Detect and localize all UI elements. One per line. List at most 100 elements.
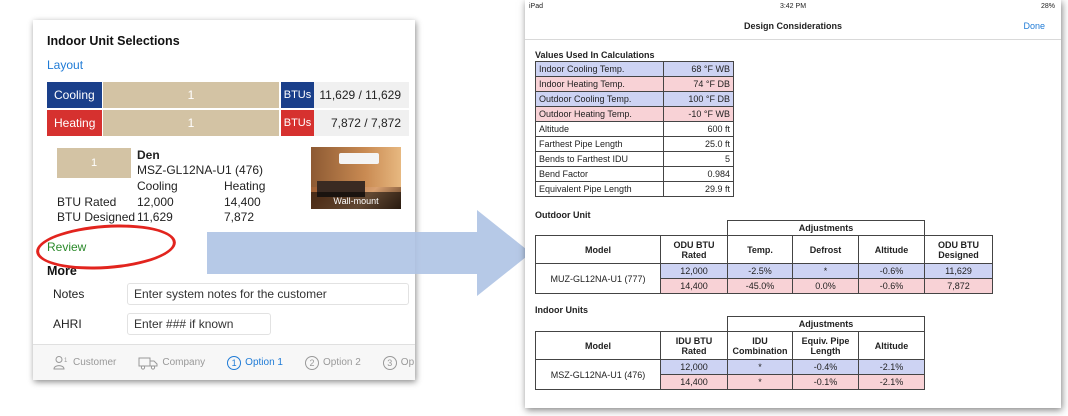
values-row: Outdoor Cooling Temp. 100 °F DB bbox=[535, 91, 734, 107]
outdoor-temp-cooling: -2.5% bbox=[727, 263, 793, 279]
status-battery: 28% bbox=[1040, 3, 1055, 10]
notes-label: Notes bbox=[53, 287, 85, 301]
outdoor-altitude-heating: -0.6% bbox=[858, 278, 925, 294]
btu-rated-label: BTU Rated bbox=[57, 195, 117, 209]
values-row-value: 29.9 ft bbox=[663, 181, 734, 197]
indoor-combination-cooling: * bbox=[727, 359, 793, 375]
tab-option-2[interactable]: 2 Option 2 bbox=[304, 355, 361, 370]
values-row: Equivalent Pipe Length 29.9 ft bbox=[535, 181, 734, 197]
unit-model: MSZ-GL12NA-U1 (476) bbox=[137, 163, 264, 177]
status-bar: iPad 3:42 PM 28% bbox=[525, 0, 1061, 14]
indoor-adjustments-header: Adjustments bbox=[727, 316, 925, 332]
done-button[interactable]: Done bbox=[1023, 21, 1045, 31]
tab-customer-label: Customer bbox=[73, 357, 117, 368]
outdoor-spacer-2 bbox=[660, 220, 728, 236]
values-row-value: 5 bbox=[663, 151, 734, 167]
wall-mount-photo[interactable]: Wall-mount bbox=[311, 147, 401, 209]
values-row-value: 600 ft bbox=[663, 121, 734, 137]
unit-swatch[interactable]: 1 bbox=[57, 148, 131, 178]
outdoor-table: Adjustments Model ODU BTU Rated Temp. De… bbox=[535, 220, 993, 294]
option-2-icon: 2 bbox=[304, 355, 319, 370]
outdoor-rated-heating: 14,400 bbox=[660, 278, 728, 294]
outdoor-rated-cooling: 12,000 bbox=[660, 263, 728, 279]
btu-designed-label: BTU Designed bbox=[57, 210, 136, 224]
tab-option-1[interactable]: 1 Option 1 bbox=[227, 355, 283, 370]
outdoor-adjustments-header: Adjustments bbox=[727, 220, 925, 236]
indoor-altitude-header: Altitude bbox=[858, 331, 925, 360]
indoor-unit-selections-panel: Indoor Unit Selections Layout Cooling 1 … bbox=[33, 20, 415, 380]
col-heating: Heating bbox=[224, 179, 266, 193]
tab-company-label: Company bbox=[162, 357, 206, 368]
option-1-number: 1 bbox=[227, 355, 242, 370]
cooling-value: 11,629 / 11,629 bbox=[314, 82, 409, 108]
values-row-label: Indoor Cooling Temp. bbox=[535, 61, 664, 77]
values-row: Farthest Pipe Length 25.0 ft bbox=[535, 136, 734, 152]
indoor-pipe-heating: -0.1% bbox=[792, 374, 859, 390]
indoor-combination-header: IDU Combination bbox=[727, 331, 793, 360]
tab-option-3[interactable]: 3 Op bbox=[382, 355, 415, 370]
values-heading: Values Used In Calculations bbox=[535, 50, 655, 60]
outdoor-heading: Outdoor Unit bbox=[535, 210, 591, 220]
outdoor-altitude-header: Altitude bbox=[858, 235, 925, 264]
indoor-model-header: Model bbox=[535, 331, 661, 360]
values-row-label: Farthest Pipe Length bbox=[535, 136, 664, 152]
indoor-altitude-heating: -2.1% bbox=[858, 374, 925, 390]
photo-caption: Wall-mount bbox=[311, 192, 401, 209]
values-row-value: 74 °F DB bbox=[663, 76, 734, 92]
values-row-label: Equivalent Pipe Length bbox=[535, 181, 664, 197]
indoor-rated-heating: 14,400 bbox=[660, 374, 728, 390]
tab-company[interactable]: Company bbox=[138, 356, 205, 370]
person-icon: 1 bbox=[53, 355, 69, 371]
indoor-row-cooling: MSZ-GL12NA-U1 (476) 12,000 * -0.4% -2.1% bbox=[535, 359, 925, 390]
values-row: Outdoor Heating Temp. -10 °F WB bbox=[535, 106, 734, 122]
outdoor-defrost-cooling: * bbox=[792, 263, 859, 279]
values-row-value: 68 °F WB bbox=[663, 61, 734, 77]
unit-room: Den bbox=[137, 148, 160, 162]
ahri-input[interactable]: Enter ### if known bbox=[127, 313, 271, 335]
values-row-value: 25.0 ft bbox=[663, 136, 734, 152]
values-row: Indoor Heating Temp. 74 °F DB bbox=[535, 76, 734, 92]
cooling-unit: BTUs bbox=[281, 82, 314, 108]
cooling-row: Cooling 1 BTUs 11,629 / 11,629 bbox=[47, 82, 409, 108]
option-3-icon: 3 bbox=[382, 355, 397, 370]
outdoor-temp-header: Temp. bbox=[727, 235, 793, 264]
truck-icon bbox=[138, 356, 158, 370]
values-row: Bend Factor 0.984 bbox=[535, 166, 734, 182]
tab-bar: 1 Customer Company 1 Option 1 2 Option 2… bbox=[33, 344, 415, 380]
outdoor-model-cell: MUZ-GL12NA-U1 (777) bbox=[535, 263, 661, 294]
tab-customer[interactable]: 1 Customer bbox=[53, 355, 116, 371]
nav-title: Design Considerations bbox=[743, 21, 842, 31]
values-row-label: Outdoor Heating Temp. bbox=[535, 106, 664, 122]
indoor-heading: Indoor Units bbox=[535, 305, 588, 315]
indoor-model-cell: MSZ-GL12NA-U1 (476) bbox=[535, 359, 661, 390]
values-table: Indoor Cooling Temp. 68 °F WB Indoor Heati… bbox=[535, 61, 734, 197]
tab-option-3-label: Op bbox=[400, 357, 415, 368]
layout-link[interactable]: Layout bbox=[47, 58, 83, 72]
option-3-number: 3 bbox=[382, 355, 397, 370]
indoor-rated-header: IDU BTU Rated bbox=[660, 331, 728, 360]
stage: Indoor Unit Selections Layout Cooling 1 … bbox=[0, 0, 1068, 416]
outdoor-row-cooling: MUZ-GL12NA-U1 (777) 12,000 -2.5% * -0.6%… bbox=[535, 263, 993, 294]
photo-ac-unit bbox=[339, 153, 379, 164]
svg-text:1: 1 bbox=[64, 358, 68, 364]
values-row-label: Altitude bbox=[535, 121, 664, 137]
heating-value: 7,872 / 7,872 bbox=[314, 110, 409, 136]
values-row-value: -10 °F WB bbox=[663, 106, 734, 122]
values-row-value: 100 °F DB bbox=[663, 91, 734, 107]
indoor-pipe-header: Equiv. Pipe Length bbox=[792, 331, 859, 360]
indoor-altitude-cooling: -2.1% bbox=[858, 359, 925, 375]
outdoor-rated-header: ODU BTU Rated bbox=[660, 235, 728, 264]
cooling-label: Cooling bbox=[47, 82, 102, 108]
indoor-pipe-cooling: -0.4% bbox=[792, 359, 859, 375]
nav-bar: Design Considerations Done bbox=[525, 14, 1061, 40]
values-row: Bends to Farthest IDU 5 bbox=[535, 151, 734, 167]
heating-unit: BTUs bbox=[281, 110, 314, 136]
cooling-bar[interactable]: 1 bbox=[103, 82, 279, 108]
panel-title: Indoor Unit Selections bbox=[47, 34, 180, 48]
values-row-label: Bend Factor bbox=[535, 166, 664, 182]
heating-bar[interactable]: 1 bbox=[103, 110, 279, 136]
outdoor-defrost-header: Defrost bbox=[792, 235, 859, 264]
outdoor-designed-cooling: 11,629 bbox=[924, 263, 993, 279]
heating-label: Heating bbox=[47, 110, 102, 136]
design-considerations-panel: iPad 3:42 PM 28% Design Considerations D… bbox=[525, 0, 1061, 408]
